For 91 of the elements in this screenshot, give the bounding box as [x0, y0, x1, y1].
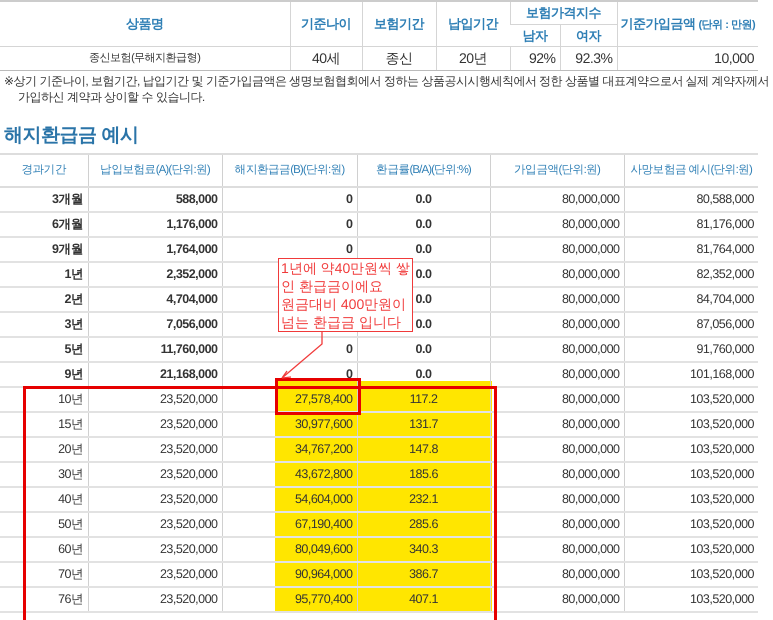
table-cell: 588,000 — [88, 187, 222, 212]
table-cell: 23,520,000 — [88, 587, 222, 612]
table-cell: 0 — [222, 212, 357, 237]
table-cell: 23,520,000 — [88, 462, 222, 487]
column-header: 경과기간 — [0, 154, 88, 187]
table-cell: 23,520,000 — [88, 487, 222, 512]
table-cell: 103,520,000 — [624, 437, 758, 462]
column-header: 가입금액(단위:원) — [490, 154, 624, 187]
column-header: 해지환급금(B)(단위:원) — [222, 154, 357, 187]
table-cell: 23,520,000 — [88, 412, 222, 437]
table-cell: 92.3% — [560, 46, 617, 70]
table-cell: 9개월 — [0, 237, 88, 262]
table-cell: 23,520,000 — [88, 437, 222, 462]
table-cell: 20년 — [0, 437, 88, 462]
table-cell: 50년 — [0, 512, 88, 537]
table-cell: 80,000,000 — [490, 212, 624, 237]
table-cell: 60년 — [0, 537, 88, 562]
table-cell: 80,000,000 — [490, 362, 624, 387]
table-cell: 81,176,000 — [624, 212, 758, 237]
table-cell: 103,520,000 — [624, 537, 758, 562]
table-cell: 101,168,000 — [624, 362, 758, 387]
table-cell: 종신보험(무해지환급형) — [0, 46, 290, 70]
table-cell: 5년 — [0, 337, 88, 362]
column-header: 상품명 — [0, 1, 290, 46]
table-cell: 84,704,000 — [624, 287, 758, 312]
table-cell: 80,000,000 — [490, 287, 624, 312]
column-header: 보험기간 — [362, 1, 436, 46]
table-cell: 70년 — [0, 562, 88, 587]
table-cell: 4,704,000 — [88, 287, 222, 312]
footnote: ※상기 기준나이, 보험기간, 납입기간 및 기준가입금액은 생명보험협회에서 정하는 상품공시시행세칙에서 정한 상품별 대표계약으로서 실제 계약자께서 가입하신 계약과 상이할 수 있습니다. — [4, 73, 770, 105]
table-cell: 0.0 — [357, 337, 490, 362]
table-cell: 30년 — [0, 462, 88, 487]
table-cell: 103,520,000 — [624, 487, 758, 512]
table-cell: 76년 — [0, 587, 88, 612]
unit-label: (단위 : 만원) — [698, 19, 756, 32]
table-cell: 80,000,000 — [490, 262, 624, 287]
table-cell: 2,352,000 — [88, 262, 222, 287]
table-cell: 103,520,000 — [624, 512, 758, 537]
table-cell: 2년 — [0, 287, 88, 312]
column-header: 여자 — [560, 24, 617, 46]
table-cell: 80,000,000 — [490, 187, 624, 212]
table-cell: 103,520,000 — [624, 462, 758, 487]
table-cell: 3년 — [0, 312, 88, 337]
table-cell: 91,760,000 — [624, 337, 758, 362]
table-cell: 20년 — [436, 46, 510, 70]
table-cell: 1,176,000 — [88, 212, 222, 237]
table-cell: 15년 — [0, 412, 88, 437]
callout-note: 1년에 약40만원씩 쌓 인 환급금이에요 원금대비 400만원이 넘는 환급금 입니다 — [278, 258, 414, 332]
table-cell: 21,168,000 — [88, 362, 222, 387]
section-title: 해지환급금 예시 — [4, 125, 140, 147]
table-cell: 6개월 — [0, 212, 88, 237]
table-cell: 10년 — [0, 387, 88, 412]
table-cell: 1년 — [0, 262, 88, 287]
table-cell: 103,520,000 — [624, 587, 758, 612]
table-cell: 0 — [222, 337, 357, 362]
table-cell: 92% — [510, 46, 560, 70]
table-cell: 종신 — [362, 46, 436, 70]
table-cell: 103,520,000 — [624, 387, 758, 412]
table-cell: 40년 — [0, 487, 88, 512]
table-cell: 80,000,000 — [490, 237, 624, 262]
column-header: 사망보험금 예시(단위:원) — [624, 154, 758, 187]
table-cell: 80,588,000 — [624, 187, 758, 212]
table-cell: 40세 — [290, 46, 362, 70]
callout-arrow — [281, 332, 323, 379]
table-cell: 81,764,000 — [624, 237, 758, 262]
table-cell: 23,520,000 — [88, 562, 222, 587]
table-cell: 7,056,000 — [88, 312, 222, 337]
column-header: 환급률(B/A)(단위:%) — [357, 154, 490, 187]
table-cell: 0.0 — [357, 187, 490, 212]
table-cell: 0 — [222, 187, 357, 212]
table-cell: 23,520,000 — [88, 512, 222, 537]
table-cell: 23,520,000 — [88, 387, 222, 412]
column-header: 납입보험료(A)(단위:원) — [88, 154, 222, 187]
column-header: 납입기간 — [436, 1, 510, 46]
table-cell: 23,520,000 — [88, 537, 222, 562]
column-header: 남자 — [510, 24, 560, 46]
table-cell: 0.0 — [357, 212, 490, 237]
table-cell: 82,352,000 — [624, 262, 758, 287]
table-cell: 11,760,000 — [88, 337, 222, 362]
table-cell: 80,000,000 — [490, 312, 624, 337]
column-header: 보험가격지수 — [510, 1, 617, 24]
table-cell: 10,000 — [617, 46, 758, 70]
table-cell: 9년 — [0, 362, 88, 387]
table-cell: 1,764,000 — [88, 237, 222, 262]
table-cell: 103,520,000 — [624, 412, 758, 437]
table-cell: 3개월 — [0, 187, 88, 212]
column-header: 기준가입금액 — [620, 16, 696, 32]
table-cell: 80,000,000 — [490, 337, 624, 362]
column-header: 기준나이 — [290, 1, 362, 46]
table-cell: 103,520,000 — [624, 562, 758, 587]
table-cell: 87,056,000 — [624, 312, 758, 337]
